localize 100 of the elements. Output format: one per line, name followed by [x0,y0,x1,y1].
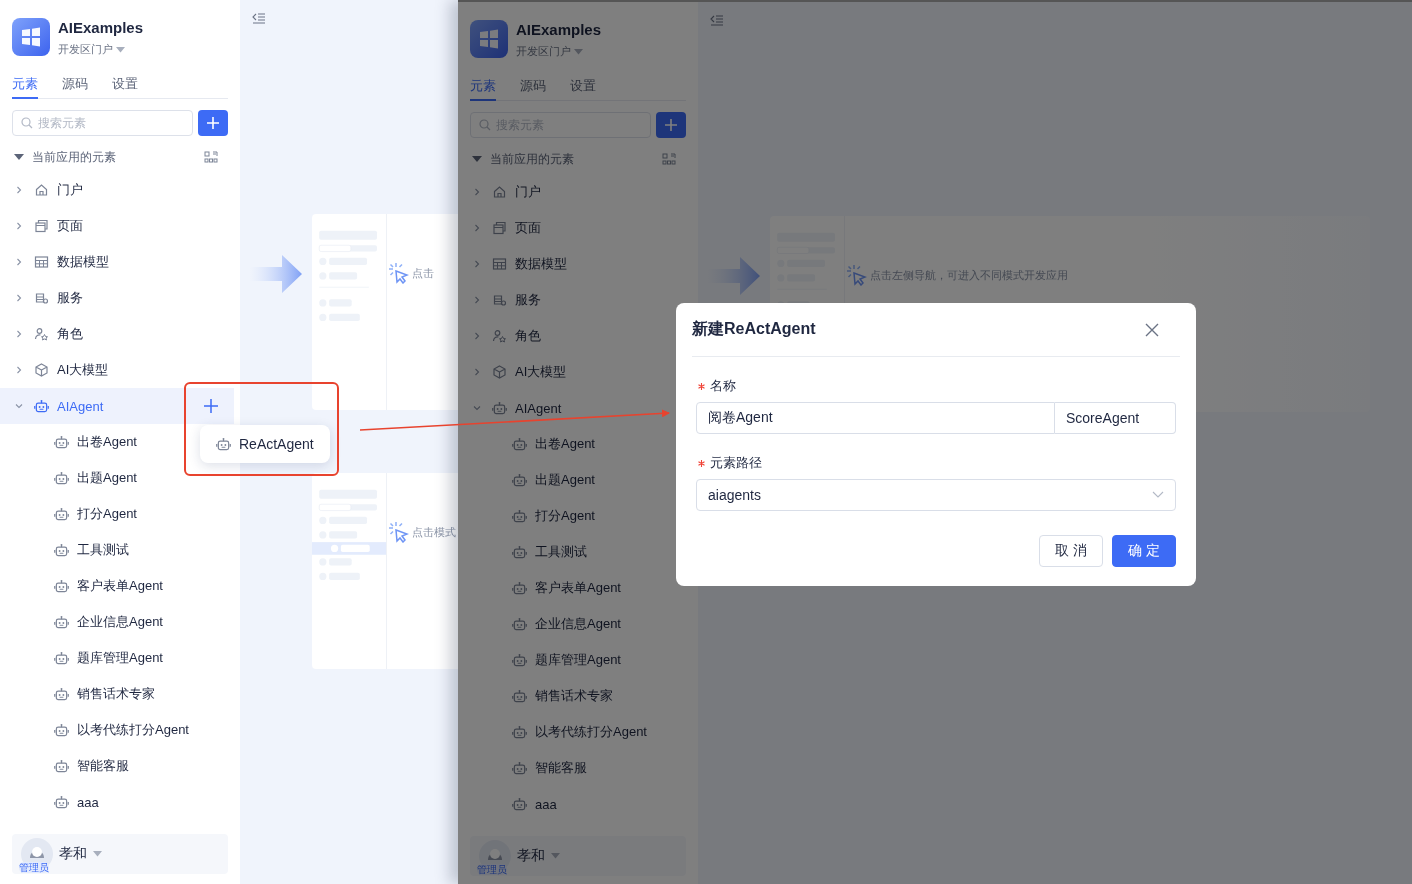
tree-item[interactable]: AIAgent [0,388,234,424]
add-button[interactable] [656,112,686,138]
robot-icon [54,507,69,521]
caret-icon[interactable] [14,153,24,161]
tab[interactable]: 设置 [570,77,596,101]
cancel-button[interactable]: 取 消 [1039,535,1104,567]
collapse-icon[interactable] [710,14,724,26]
plus-icon [664,118,678,132]
cube-icon [492,365,507,379]
tree-item[interactable]: AI大模型 [0,352,234,388]
tree-item[interactable]: 出题Agent [458,462,692,498]
tree-item[interactable]: 服务 [0,280,234,316]
robot-icon [54,543,69,557]
tree-item[interactable]: 页面 [0,208,234,244]
chevron-icon[interactable] [472,367,482,377]
hint-text: 点击模式 [412,524,456,540]
tree-item[interactable]: 智能客服 [458,750,692,786]
robot-icon [512,653,527,667]
user-card[interactable]: 管理员 孝和 [12,834,228,874]
add-button[interactable] [198,110,228,136]
tree-item[interactable]: 角色 [458,318,692,354]
robot-icon [512,437,527,451]
robot-icon [512,617,527,631]
table-icon [492,257,507,271]
window-icon [34,219,49,233]
chevron-icon[interactable] [472,403,482,413]
tree-item[interactable]: AIAgent [458,390,692,426]
chevron-icon[interactable] [14,185,24,195]
tree-item[interactable]: 门户 [458,174,692,210]
tree-item[interactable]: 门户 [0,172,234,208]
tab[interactable]: 源码 [62,75,88,99]
chevron-icon[interactable] [14,257,24,267]
search-icon [21,117,33,129]
tree-item[interactable]: 工具测试 [458,534,692,570]
tree-item[interactable]: 以考代练打分Agent [458,714,692,750]
plus-icon[interactable] [202,397,220,415]
tree-item[interactable]: 企业信息Agent [458,606,692,642]
robot-icon [54,795,69,809]
grid-icon[interactable] [662,153,676,165]
caret-icon[interactable] [472,155,482,163]
close-icon[interactable] [1144,321,1160,338]
tree-item[interactable]: aaa [458,786,692,822]
tab[interactable]: 元素 [470,77,496,101]
tree-item[interactable]: 打分Agent [0,496,234,532]
tree-item[interactable]: 服务 [458,282,692,318]
database-icon [34,291,49,305]
robot-icon [216,437,231,451]
field-label: 名称 [710,377,736,395]
tree-item[interactable]: 数据模型 [458,246,692,282]
tree-item[interactable]: 客户表单Agent [0,568,234,604]
house-icon [34,183,49,197]
user-card[interactable]: 管理员 孝和 [470,836,686,876]
plus-icon [206,116,220,130]
tree-item[interactable]: AI大模型 [458,354,692,390]
tree-item[interactable]: 销售话术专家 [458,678,692,714]
tree-item[interactable]: 题库管理Agent [0,640,234,676]
portal-name[interactable]: 开发区门户 [58,42,113,57]
chevron-icon[interactable] [472,331,482,341]
robot-icon [34,399,49,413]
tree-item[interactable]: 智能客服 [0,748,234,784]
app-name: AIExamples [58,19,144,36]
tree-item[interactable]: 出卷Agent [458,426,692,462]
robot-icon [54,579,69,593]
addon-label: ScoreAgent [1055,402,1176,434]
input-field[interactable]: 阅卷Agent [696,402,1055,434]
tree-item[interactable]: aaa [0,784,234,820]
chevron-icon[interactable] [14,365,24,375]
tree-item[interactable]: 出题Agent [0,460,234,496]
tree-item[interactable]: 销售话术专家 [0,676,234,712]
chevron-icon[interactable] [14,293,24,303]
portal-name[interactable]: 开发区门户 [516,44,571,59]
cursor-click-icon [845,264,867,286]
chevron-icon[interactable] [472,187,482,197]
grid-icon[interactable] [204,151,218,163]
select-field[interactable]: aiagents [696,479,1176,511]
chevron-icon[interactable] [14,401,24,411]
tree-item[interactable]: 题库管理Agent [458,642,692,678]
tab[interactable]: 源码 [520,77,546,101]
tree-item[interactable]: 工具测试 [0,532,234,568]
robot-icon [54,723,69,737]
chevron-icon[interactable] [14,329,24,339]
tree-item[interactable]: 打分Agent [458,498,692,534]
tree-item[interactable]: 页面 [458,210,692,246]
tree-item[interactable]: 企业信息Agent [0,604,234,640]
tree-item[interactable]: 数据模型 [0,244,234,280]
robot-icon [54,435,69,449]
tree-item[interactable]: 客户表单Agent [458,570,692,606]
tab[interactable]: 设置 [112,75,138,99]
database-icon [492,293,507,307]
tree-item[interactable]: 角色 [0,316,234,352]
chevron-icon[interactable] [14,221,24,231]
collapse-icon[interactable] [252,12,266,24]
confirm-button[interactable]: 确 定 [1112,535,1176,567]
dialog-title: 新建ReActAgent [692,319,816,339]
chevron-icon[interactable] [472,259,482,269]
chevron-icon[interactable] [472,223,482,233]
tab[interactable]: 元素 [12,75,38,99]
chevron-icon[interactable] [472,295,482,305]
robot-icon [512,545,527,559]
tree-item[interactable]: 以考代练打分Agent [0,712,234,748]
